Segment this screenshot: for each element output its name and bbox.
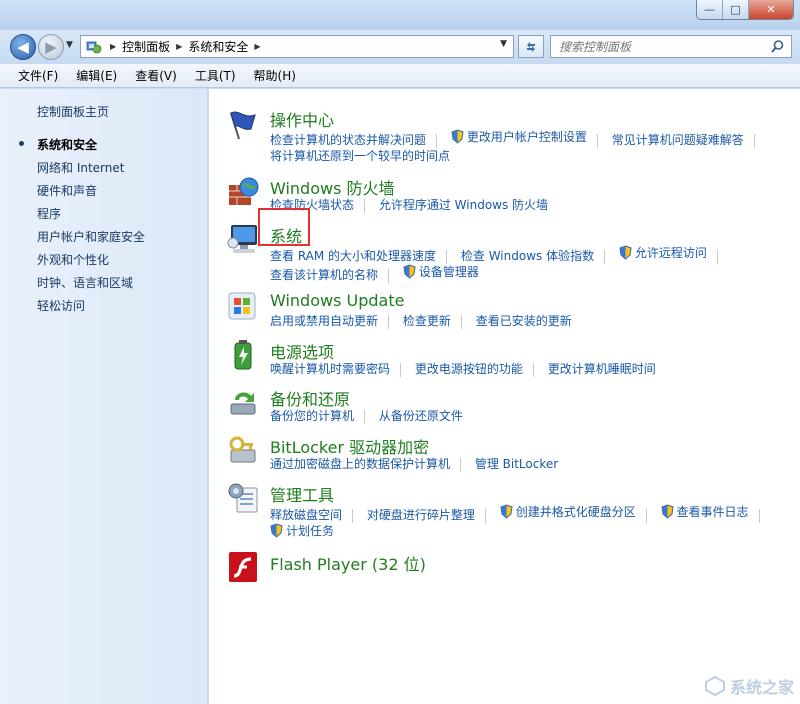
power-icon [234,340,252,370]
menu-edit[interactable]: 编辑(E) [66,67,125,84]
link-change-uac[interactable]: 更改用户帐户控制设置 [451,128,587,145]
category-title[interactable]: Flash Player (32 位) [270,551,426,575]
control-panel-home-link[interactable]: 控制面板主页 [37,103,109,120]
link-troubleshoot[interactable]: 常见计算机问题疑难解答 [612,131,744,148]
sidebar-item-ease-of-access[interactable]: 轻松访问 [37,297,85,314]
back-button[interactable]: ◀ [10,34,36,60]
category-links-row: 检查防火墙状态 允许程序通过 Windows 防火墙 [270,196,548,213]
refresh-button[interactable] [518,35,544,58]
link-sleep-time[interactable]: 更改计算机睡眠时间 [548,360,656,377]
link-ram-processor[interactable]: 查看 RAM 的大小和处理器速度 [270,247,436,264]
breadcrumb-system-security[interactable]: 系统和安全 [188,38,248,55]
link-encrypt-data[interactable]: 通过加密磁盘上的数据保护计算机 [270,455,450,472]
category-links-row: 查看该计算机的名称 设备管理器 [270,263,479,283]
category-links-row: 备份您的计算机 从备份还原文件 [270,407,463,424]
sidebar-item-hardware-sound[interactable]: 硬件和声音 [37,182,97,199]
link-allow-program[interactable]: 允许程序通过 Windows 防火墙 [379,196,548,213]
flash-player-icon [229,552,257,582]
link-device-manager[interactable]: 设备管理器 [403,263,479,280]
sidebar-item-user-accounts[interactable]: 用户帐户和家庭安全 [37,228,145,245]
menu-bar: 文件(F) 编辑(E) 查看(V) 工具(T) 帮助(H) [0,64,800,88]
minimize-button[interactable]: — [697,0,723,19]
breadcrumb-separator-icon: ▶ [254,42,261,51]
link-disk-cleanup[interactable]: 释放磁盘空间 [270,506,342,523]
category-links-row: 启用或禁用自动更新 检查更新 查看已安装的更新 [270,312,572,329]
system-icon [227,225,257,253]
uac-shield-icon [403,264,416,279]
link-manage-bitlocker[interactable]: 管理 BitLocker [475,455,558,472]
uac-shield-icon [270,523,283,538]
breadcrumb-separator-icon: ▶ [110,42,117,51]
link-check-updates[interactable]: 检查更新 [403,312,451,329]
watermark-logo-icon [704,675,725,697]
window-controls: — □ ✕ [696,0,794,20]
category-links-row: 计划任务 [270,522,334,541]
maximize-button[interactable]: □ [723,0,749,19]
category-links-row: 检查计算机的状态并解决问题 更改用户帐户控制设置 常见计算机问题疑难解答 [270,128,765,148]
watermark-text: 系统之家 [729,678,794,697]
admin-tools-icon [228,483,258,513]
refresh-icon [527,41,535,52]
uac-shield-icon [660,504,674,519]
link-computer-name[interactable]: 查看该计算机的名称 [270,266,378,283]
search-icon[interactable] [770,39,785,54]
link-remote-access[interactable]: 允许远程访问 [619,244,707,261]
left-navigation-pane: 控制面板主页 系统和安全 网络和 Internet 硬件和声音 程序 用户帐户和… [0,89,208,704]
menu-help[interactable]: 帮助(H) [244,67,304,84]
sidebar-item-system-security[interactable]: 系统和安全 [37,136,97,153]
forward-button[interactable]: ▶ [38,34,64,60]
link-system-restore[interactable]: 将计算机还原到一个较早的时间点 [270,147,450,164]
recent-pages-dropdown[interactable]: ▼ [66,40,73,50]
link-auto-update[interactable]: 启用或禁用自动更新 [270,312,378,329]
address-bar[interactable]: ▶ 控制面板 ▶ 系统和安全 ▶ ▼ [80,35,514,58]
category-links-row: 将计算机还原到一个较早的时间点 [270,147,450,164]
menu-tools[interactable]: 工具(T) [185,67,244,84]
category-links-row: 通过加密磁盘上的数据保护计算机 管理 BitLocker [270,455,558,472]
link-defragment[interactable]: 对硬盘进行碎片整理 [367,506,475,523]
category-links-row: 唤醒计算机时需要密码 更改电源按钮的功能 更改计算机睡眠时间 [270,360,656,377]
bitlocker-icon [229,436,256,463]
navigation-bar: ◀ ▶ ▼ ▶ 控制面板 ▶ 系统和安全 ▶ ▼ [0,30,800,64]
link-backup-computer[interactable]: 备份您的计算机 [270,407,354,424]
link-schedule-tasks[interactable]: 计划任务 [270,522,334,539]
link-installed-updates[interactable]: 查看已安装的更新 [476,312,572,329]
link-experience-index[interactable]: 检查 Windows 体验指数 [461,247,594,264]
search-input[interactable] [559,39,764,54]
link-check-status[interactable]: 检查计算机的状态并解决问题 [270,131,426,148]
link-wake-password[interactable]: 唤醒计算机时需要密码 [270,360,390,377]
uac-shield-icon [451,129,464,144]
title-bar: — □ ✕ [0,0,800,30]
chevron-down-icon[interactable]: ▼ [500,39,507,49]
backup-icon [230,392,256,415]
sidebar-item-clock-language[interactable]: 时钟、语言和区域 [37,274,133,291]
uac-shield-icon [619,245,632,260]
link-power-button[interactable]: 更改电源按钮的功能 [415,360,523,377]
breadcrumb-control-panel[interactable]: 控制面板 [122,38,170,55]
sidebar-item-network-internet[interactable]: 网络和 Internet [37,159,124,176]
watermark: 系统之家 [704,674,794,698]
link-create-partitions[interactable]: 创建并格式化硬盘分区 [500,503,636,520]
link-restore-files[interactable]: 从备份还原文件 [379,407,463,424]
category-title[interactable]: Windows Update [270,291,404,310]
category-links-row: 释放磁盘空间 对硬盘进行碎片整理 创建并格式化硬盘分区 查看事件日志 [270,503,770,523]
category-links-row: 查看 RAM 的大小和处理器速度 检查 Windows 体验指数 允许远程访问 [270,244,728,264]
highlight-box [258,208,310,246]
menu-file[interactable]: 文件(F) [8,67,66,84]
windows-update-icon [228,292,256,320]
search-box[interactable] [550,35,792,58]
sidebar-item-appearance[interactable]: 外观和个性化 [37,251,109,268]
firewall-icon [229,177,259,205]
sidebar-item-programs[interactable]: 程序 [37,205,61,222]
breadcrumb-separator-icon: ▶ [176,42,183,51]
uac-shield-icon [500,504,513,519]
control-panel-icon [84,39,104,55]
flag-icon [230,111,256,140]
main-content-pane: 操作中心 检查计算机的状态并解决问题 更改用户帐户控制设置 常见计算机问题疑难解… [209,89,800,704]
link-event-logs[interactable]: 查看事件日志 [660,503,749,520]
menu-view[interactable]: 查看(V) [125,67,185,84]
close-button[interactable]: ✕ [749,0,793,19]
active-bullet-icon [19,141,24,146]
